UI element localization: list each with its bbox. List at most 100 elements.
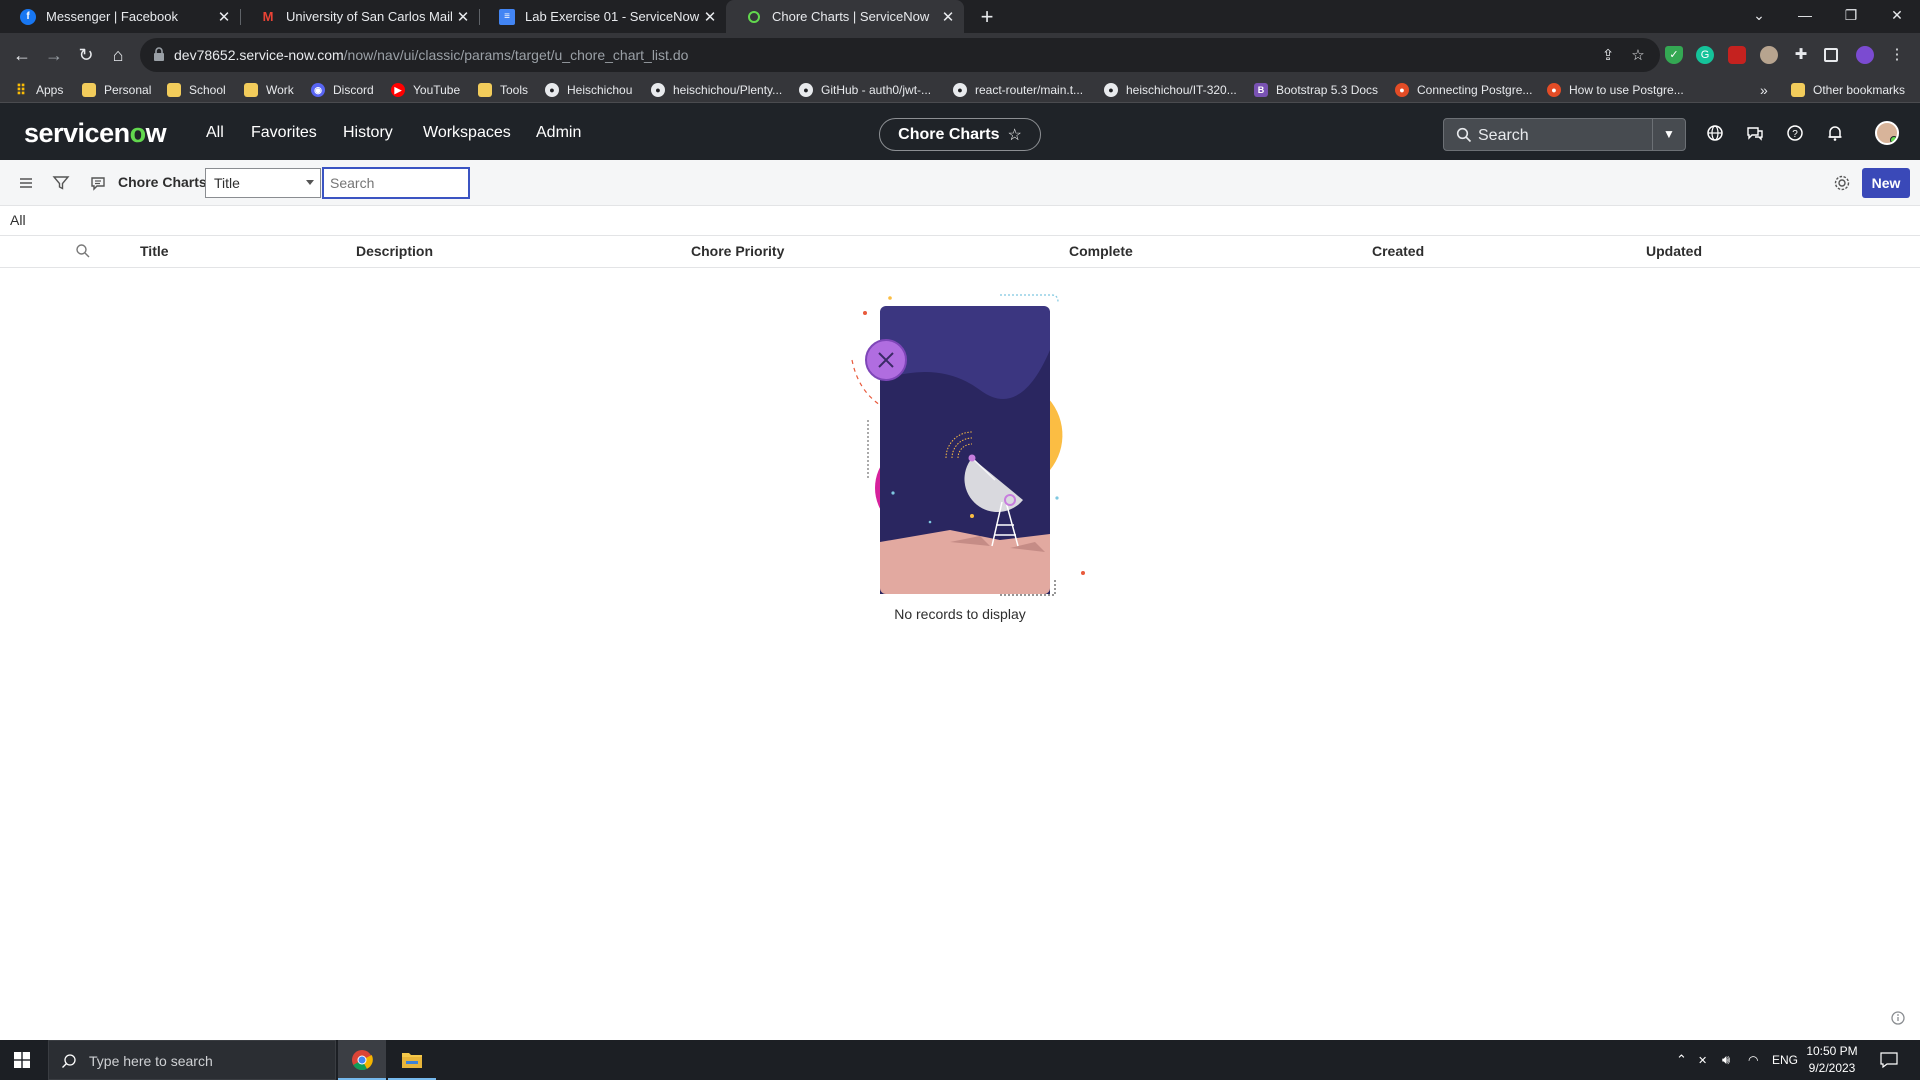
- chat-icon[interactable]: [1745, 123, 1765, 143]
- nav-all[interactable]: All: [206, 124, 224, 142]
- google-docs-icon: ≡: [499, 8, 515, 25]
- share-icon[interactable]: ⇪: [1598, 46, 1618, 66]
- tab-chore-charts[interactable]: Chore Charts | ServiceNow ✕: [726, 0, 964, 33]
- column-header-description[interactable]: Description: [356, 243, 433, 259]
- taskbar-chrome[interactable]: [338, 1040, 386, 1080]
- bookmark-star-icon[interactable]: ☆: [1628, 46, 1648, 66]
- column-header-updated[interactable]: Updated: [1646, 243, 1702, 259]
- svg-text:?: ?: [1792, 129, 1798, 140]
- address-bar[interactable]: dev78652.service-now.com/now/nav/ui/clas…: [140, 38, 1660, 72]
- hamburger-menu-icon[interactable]: [16, 173, 36, 193]
- context-title-pill[interactable]: Chore Charts ☆: [879, 118, 1041, 151]
- divider: [0, 267, 1920, 268]
- bookmarks-overflow-icon[interactable]: »: [1760, 81, 1768, 99]
- chrome-menu-icon[interactable]: ⋮: [1888, 46, 1906, 64]
- bookmark-label: Tools: [500, 83, 529, 97]
- tray-wifi-icon[interactable]: ◠: [1748, 1040, 1758, 1080]
- facebook-icon: f: [20, 8, 36, 25]
- extensions-puzzle-icon[interactable]: ✚: [1792, 46, 1810, 64]
- bookmark-personal[interactable]: Personal: [82, 81, 151, 99]
- profile-extension-icon[interactable]: [1760, 46, 1778, 64]
- tab-messenger[interactable]: f Messenger | Facebook ✕: [0, 0, 240, 33]
- bookmark-other[interactable]: Other bookmarks: [1791, 81, 1905, 99]
- close-tab-icon[interactable]: ✕: [700, 8, 720, 26]
- bookmark-it320[interactable]: ● heischichou/IT-320...: [1104, 81, 1237, 99]
- favorite-star-icon[interactable]: ☆: [1008, 125, 1022, 145]
- column-header-created[interactable]: Created: [1372, 243, 1424, 259]
- list-search-input[interactable]: [322, 167, 470, 199]
- home-icon[interactable]: ⌂: [104, 41, 132, 69]
- list-comment-icon[interactable]: [88, 173, 108, 193]
- bookmark-school[interactable]: School: [167, 81, 226, 99]
- bookmark-connecting-postgres[interactable]: ● Connecting Postgre...: [1395, 81, 1532, 99]
- close-tab-icon[interactable]: ✕: [938, 8, 958, 26]
- bookmark-how-to-postgres[interactable]: ● How to use Postgre...: [1547, 81, 1684, 99]
- restore-button[interactable]: ❐: [1828, 0, 1874, 30]
- tab-lab-exercise[interactable]: ≡ Lab Exercise 01 - ServiceNow Ba ✕: [479, 0, 726, 33]
- tab-search-icon[interactable]: ⌄: [1736, 0, 1782, 30]
- chevron-down-icon: [306, 180, 314, 185]
- help-icon[interactable]: ?: [1785, 123, 1805, 143]
- bookmark-plenty[interactable]: ● heischichou/Plenty...: [651, 81, 782, 99]
- filter-icon[interactable]: [51, 173, 71, 193]
- user-avatar[interactable]: [1875, 121, 1899, 145]
- close-tab-icon[interactable]: ✕: [214, 8, 234, 26]
- bookmark-react-router[interactable]: ● react-router/main.t...: [953, 81, 1083, 99]
- grammarly-extension-icon[interactable]: G: [1696, 46, 1714, 64]
- bookmark-apps[interactable]: ⠿ Apps: [14, 81, 64, 99]
- breadcrumb[interactable]: All: [10, 212, 26, 228]
- tab-title: Lab Exercise 01 - ServiceNow Ba: [525, 9, 700, 24]
- tab-title: Chore Charts | ServiceNow: [772, 9, 930, 24]
- column-header-title[interactable]: Title: [140, 243, 169, 259]
- bookmark-jwt[interactable]: ● GitHub - auth0/jwt-...: [799, 81, 931, 99]
- back-icon[interactable]: ←: [8, 41, 36, 69]
- servicenow-logo[interactable]: servicenow: [24, 118, 167, 149]
- info-icon[interactable]: [1890, 1010, 1906, 1026]
- list-title[interactable]: Chore Charts: [118, 174, 207, 190]
- global-search[interactable]: Search ▼: [1443, 118, 1686, 151]
- nav-favorites[interactable]: Favorites: [251, 124, 317, 142]
- bookmark-discord[interactable]: ◉ Discord: [311, 81, 374, 99]
- profile-avatar-icon[interactable]: [1856, 46, 1874, 64]
- forward-icon[interactable]: →: [40, 41, 68, 69]
- column-header-complete[interactable]: Complete: [1069, 243, 1133, 259]
- tray-volume-icon[interactable]: 🔊︎: [1722, 1040, 1730, 1080]
- tray-chevron-up-icon[interactable]: ⌃: [1676, 1040, 1687, 1080]
- tray-language[interactable]: ENG: [1772, 1040, 1798, 1080]
- windows-start-icon[interactable]: [14, 1052, 30, 1068]
- globe-icon[interactable]: [1705, 123, 1725, 143]
- new-record-button[interactable]: New: [1862, 168, 1910, 198]
- nav-history[interactable]: History: [343, 124, 393, 142]
- taskbar-file-explorer[interactable]: [388, 1040, 436, 1080]
- tray-clock[interactable]: 10:50 PM 9/2/2023: [1800, 1043, 1864, 1077]
- notifications-icon[interactable]: [1880, 1052, 1898, 1068]
- global-search-placeholder: Search: [1478, 127, 1529, 144]
- tray-network-icon[interactable]: ✕: [1698, 1040, 1707, 1080]
- nav-workspaces[interactable]: Workspaces: [423, 124, 511, 142]
- folder-icon: [244, 83, 258, 97]
- taskbar-search-box[interactable]: Type here to search: [48, 1040, 336, 1080]
- folder-icon: [167, 83, 181, 97]
- bookmark-youtube[interactable]: ▶ YouTube: [391, 81, 460, 99]
- notifications-bell-icon[interactable]: [1825, 123, 1845, 143]
- column-search-icon[interactable]: [75, 243, 91, 259]
- bookmark-heischichou[interactable]: ● Heischichou: [545, 81, 632, 99]
- side-panel-icon[interactable]: [1824, 48, 1838, 62]
- tab-university-mail[interactable]: M University of San Carlos Mail ✕: [240, 0, 479, 33]
- bookmark-bootstrap[interactable]: B Bootstrap 5.3 Docs: [1254, 81, 1378, 99]
- column-header-chore-priority[interactable]: Chore Priority: [691, 243, 784, 259]
- red-extension-icon[interactable]: [1728, 46, 1746, 64]
- close-tab-icon[interactable]: ✕: [453, 8, 473, 26]
- list-settings-gear-icon[interactable]: [1832, 173, 1852, 193]
- shield-extension-icon[interactable]: ✓: [1665, 46, 1683, 64]
- minimize-button[interactable]: —: [1782, 0, 1828, 30]
- reload-icon[interactable]: ↻: [72, 41, 100, 69]
- search-field-select[interactable]: Title: [205, 168, 321, 198]
- close-window-button[interactable]: ✕: [1874, 0, 1920, 30]
- bookmark-work[interactable]: Work: [244, 81, 294, 99]
- search-scope-dropdown[interactable]: ▼: [1652, 119, 1685, 150]
- nav-admin[interactable]: Admin: [536, 124, 581, 142]
- new-tab-button[interactable]: +: [974, 4, 1000, 30]
- bookmark-tools[interactable]: Tools: [478, 81, 528, 99]
- github-icon: ●: [651, 83, 665, 97]
